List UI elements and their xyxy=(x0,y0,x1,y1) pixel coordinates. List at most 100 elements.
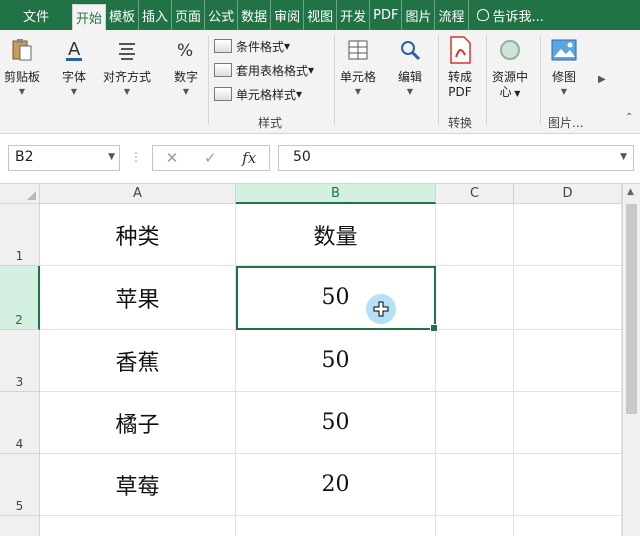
ribbon-separator xyxy=(486,36,487,124)
cursor-indicator xyxy=(366,294,396,324)
cancel-icon[interactable]: ✕ xyxy=(166,149,179,167)
tab-flow[interactable]: 流程 xyxy=(435,0,469,30)
ribbon-separator xyxy=(334,36,335,124)
chevron-down-icon: ▼ xyxy=(123,87,131,96)
chevron-down-icon[interactable]: ▼ xyxy=(620,152,627,162)
chevron-down-icon: ▾ xyxy=(308,63,315,77)
cell-a3[interactable]: 香蕉 xyxy=(40,330,236,392)
column-header-c[interactable]: C xyxy=(436,184,514,204)
tab-home[interactable]: 开始 xyxy=(72,4,107,30)
convert-line2: PDF xyxy=(448,85,472,99)
cell-a6[interactable] xyxy=(40,516,236,536)
tell-me-box[interactable]: 告诉我... xyxy=(469,0,547,30)
tab-review[interactable]: 审阅 xyxy=(271,0,305,30)
vertical-scrollbar[interactable]: ▲ xyxy=(622,184,640,536)
conditional-format-label: 条件格式 xyxy=(236,39,285,54)
retouch-button[interactable]: 修图 ▼ xyxy=(548,34,580,96)
formula-bar: B2 ▼ ⋮ ✕ ✓ fx 50 ▼ xyxy=(0,134,640,184)
conditional-format-icon xyxy=(214,39,232,53)
clipboard-button[interactable]: 剪贴板 ▼ xyxy=(4,34,40,96)
tab-data[interactable]: 数据 xyxy=(238,0,272,30)
cell-a1[interactable]: 种类 xyxy=(40,204,236,266)
svg-text:A: A xyxy=(68,39,81,60)
cells-icon xyxy=(342,34,374,66)
resource-line2: 心 xyxy=(499,85,512,99)
conditional-format-button[interactable]: 条件格式 ▾ xyxy=(214,35,290,57)
resource-center-label: 资源中心 ▼ xyxy=(492,70,528,101)
row-header-3[interactable]: 3 xyxy=(0,330,40,392)
function-icon[interactable]: fx xyxy=(242,149,256,167)
cell-c2[interactable] xyxy=(436,266,514,330)
cell-a2[interactable]: 苹果 xyxy=(40,266,236,330)
cell-d4[interactable] xyxy=(514,392,622,454)
number-button[interactable]: % 数字 ▼ xyxy=(170,34,202,96)
select-all-corner[interactable] xyxy=(0,184,40,204)
cell-c3[interactable] xyxy=(436,330,514,392)
column-header-b[interactable]: B xyxy=(236,184,436,204)
cell-style-icon xyxy=(214,87,232,101)
cell-d3[interactable] xyxy=(514,330,622,392)
resource-center-button[interactable]: 资源中心 ▼ xyxy=(492,34,528,101)
ribbon-scroll-right-icon[interactable]: ▶ xyxy=(598,74,606,85)
cell-d2[interactable] xyxy=(514,266,622,330)
column-header-a[interactable]: A xyxy=(40,184,236,204)
tab-page[interactable]: 页面 xyxy=(172,0,206,30)
align-icon xyxy=(111,34,143,66)
row-header-4[interactable]: 4 xyxy=(0,392,40,454)
formula-input[interactable]: 50 ▼ xyxy=(278,145,634,171)
editing-button[interactable]: 编辑 ▼ xyxy=(394,34,426,96)
font-label: 字体 xyxy=(61,70,86,84)
row-header-5[interactable]: 5 xyxy=(0,454,40,516)
tab-pdf[interactable]: PDF xyxy=(370,0,403,30)
chevron-down-icon[interactable]: ▼ xyxy=(108,152,115,162)
cell-c6[interactable] xyxy=(436,516,514,536)
tab-file[interactable]: 文件 xyxy=(0,0,72,30)
move-cursor-icon xyxy=(373,301,389,317)
cell-d5[interactable] xyxy=(514,454,622,516)
ribbon-separator xyxy=(438,36,439,124)
cell-a4[interactable]: 橘子 xyxy=(40,392,236,454)
tab-view[interactable]: 视图 xyxy=(304,0,338,30)
row-header-6[interactable] xyxy=(0,516,40,536)
cell-d6[interactable] xyxy=(514,516,622,536)
tab-insert[interactable]: 插入 xyxy=(139,0,173,30)
cell-b5[interactable]: 20 xyxy=(236,454,436,516)
table-format-label: 套用表格格式 xyxy=(236,63,309,78)
convert-pdf-button[interactable]: 转成 PDF xyxy=(444,34,476,100)
row-header-2[interactable]: 2 xyxy=(0,266,40,330)
cell-b6[interactable] xyxy=(236,516,436,536)
name-box[interactable]: B2 ▼ xyxy=(8,145,120,171)
svg-text:%: % xyxy=(177,41,193,61)
cell-b3[interactable]: 50 xyxy=(236,330,436,392)
chevron-down-icon: ▼ xyxy=(70,87,78,96)
formula-buttons: ✕ ✓ fx xyxy=(152,145,270,171)
align-button[interactable]: 对齐方式 ▼ xyxy=(103,34,151,96)
cell-b4[interactable]: 50 xyxy=(236,392,436,454)
font-button[interactable]: A 字体 ▼ xyxy=(58,34,90,96)
cell-b1[interactable]: 数量 xyxy=(236,204,436,266)
chevron-down-icon: ▼ xyxy=(511,89,521,98)
collapse-ribbon-icon[interactable]: ⌃ xyxy=(625,112,633,123)
tab-pictures[interactable]: 图片 xyxy=(402,0,436,30)
cell-style-button[interactable]: 单元格样式 ▾ xyxy=(214,83,302,105)
cell-c1[interactable] xyxy=(436,204,514,266)
drag-handle-icon[interactable]: ⋮ xyxy=(130,150,142,164)
tab-formulas[interactable]: 公式 xyxy=(205,0,239,30)
cell-c5[interactable] xyxy=(436,454,514,516)
cell-d1[interactable] xyxy=(514,204,622,266)
ribbon-separator xyxy=(540,36,541,124)
scroll-up-icon[interactable]: ▲ xyxy=(627,187,634,197)
chevron-down-icon: ▼ xyxy=(182,87,190,96)
tab-templates[interactable]: 模板 xyxy=(106,0,140,30)
scrollbar-thumb[interactable] xyxy=(626,204,637,414)
column-header-d[interactable]: D xyxy=(514,184,622,204)
row-header-1[interactable]: 1 xyxy=(0,204,40,266)
table-format-button[interactable]: 套用表格格式 ▾ xyxy=(214,59,314,81)
convert-line1: 转成 xyxy=(447,70,472,84)
check-icon[interactable]: ✓ xyxy=(204,149,217,167)
clipboard-label: 剪贴板 xyxy=(4,70,41,84)
tab-developer[interactable]: 开发 xyxy=(337,0,371,30)
cell-c4[interactable] xyxy=(436,392,514,454)
cells-button[interactable]: 单元格 ▼ xyxy=(340,34,376,96)
cell-a5[interactable]: 草莓 xyxy=(40,454,236,516)
